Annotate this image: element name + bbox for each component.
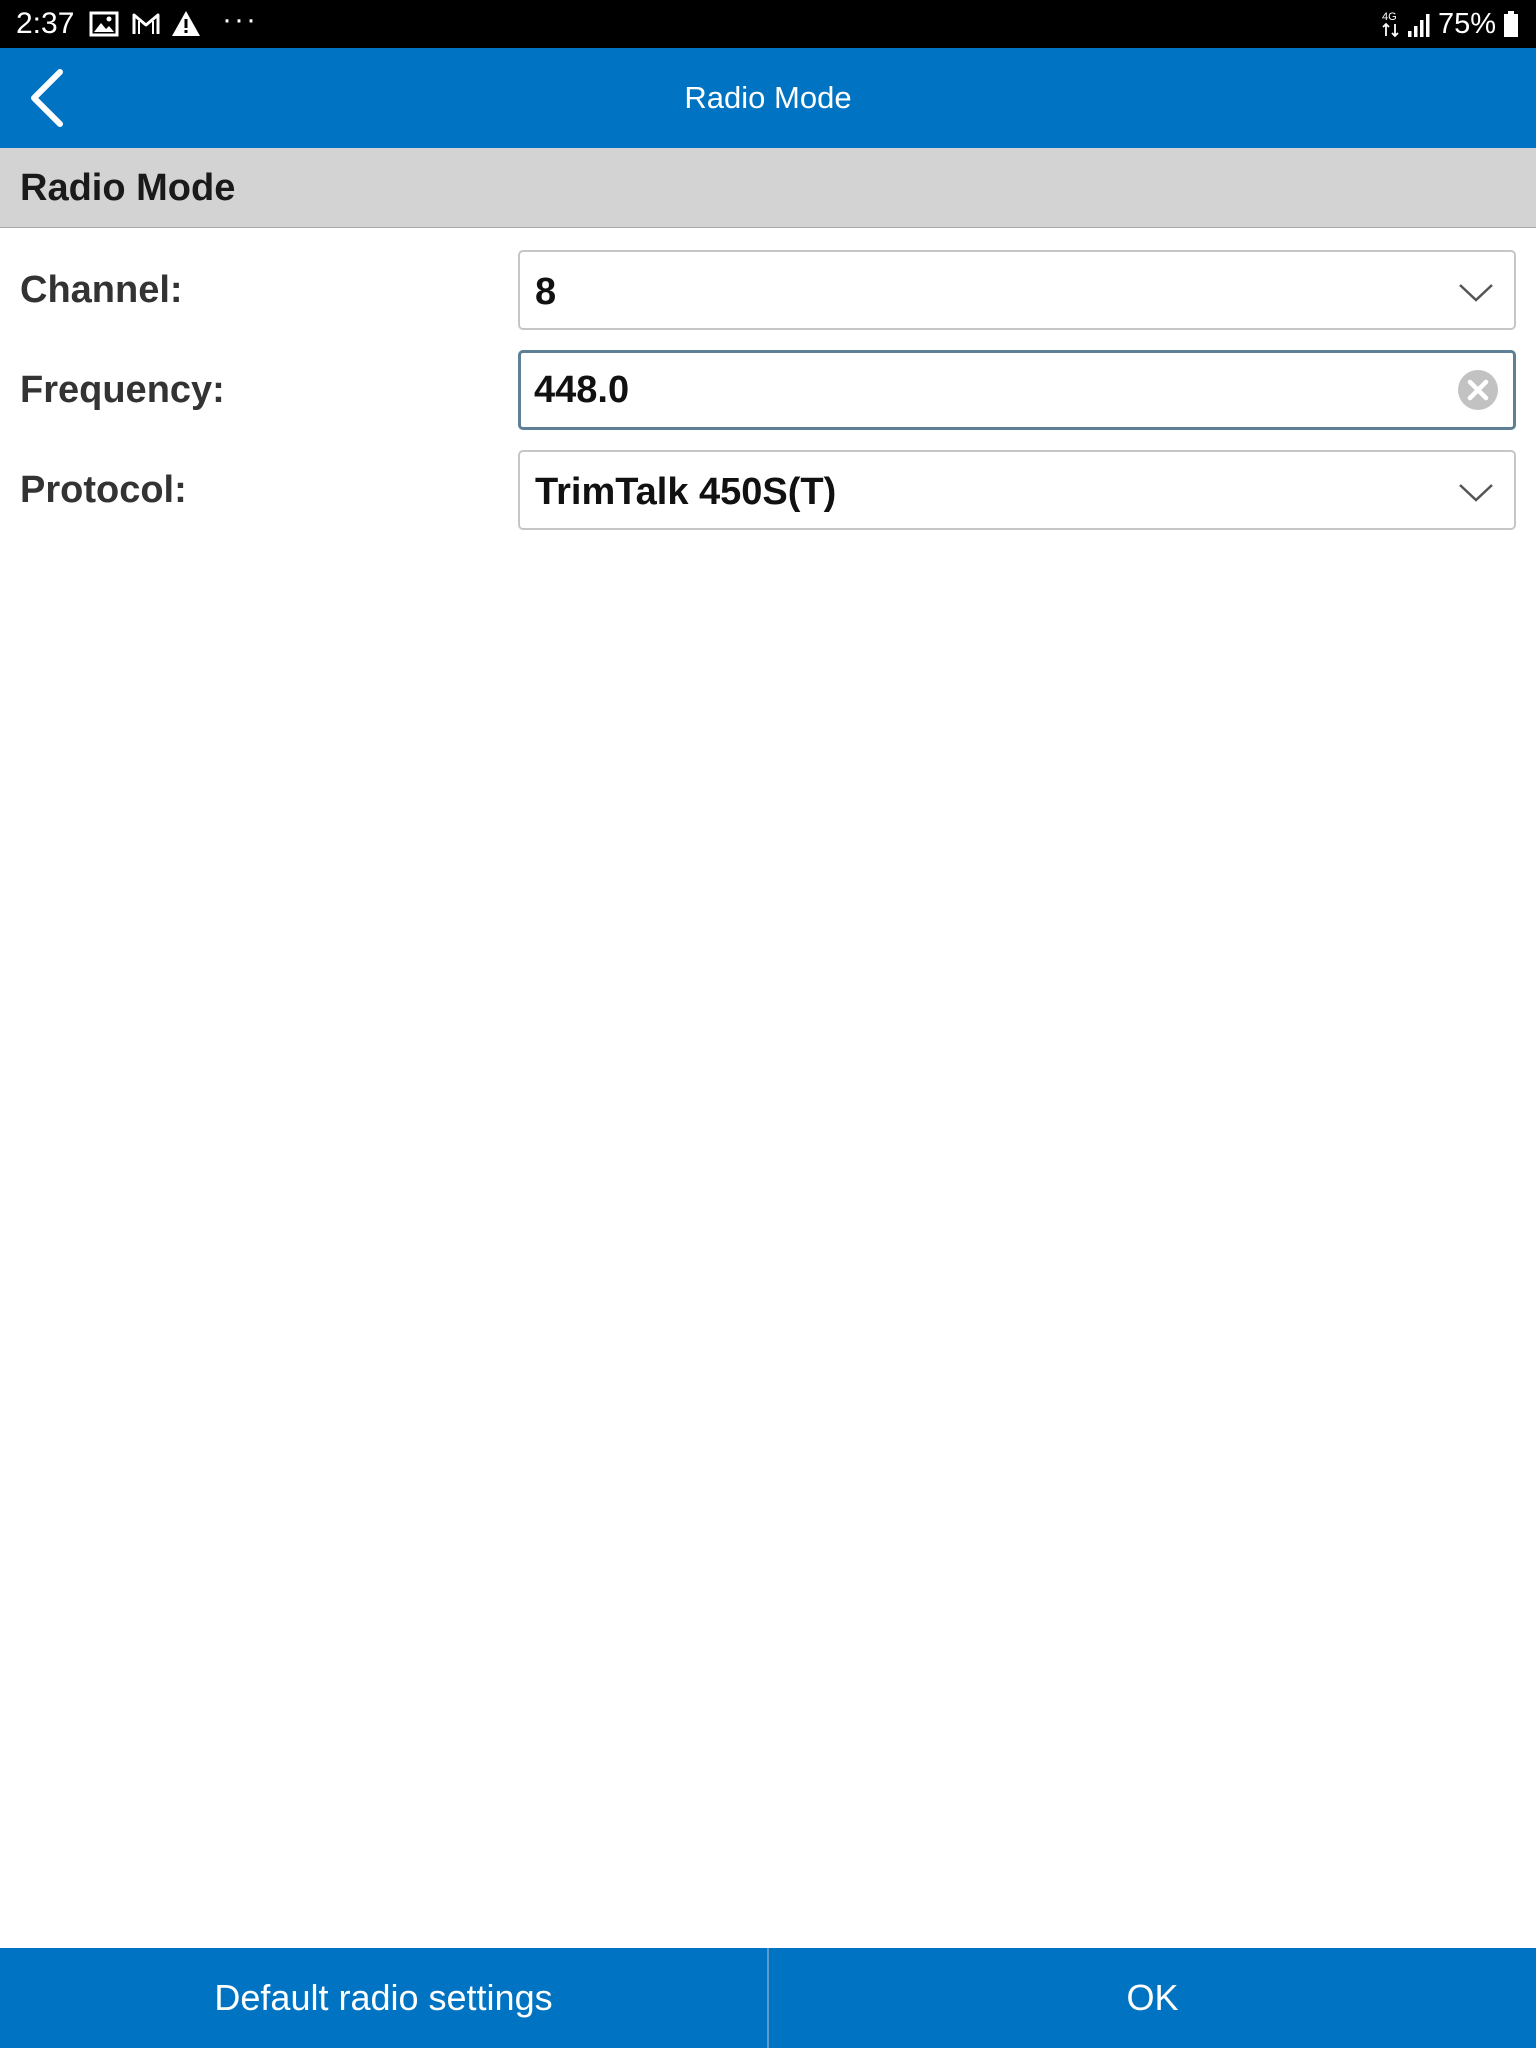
channel-label: Channel: [20,269,183,311]
frequency-value[interactable]: 448.0 [534,353,629,427]
network-4g-icon: 4G [1382,11,1399,38]
protocol-row: Protocol: TrimTalk 450S(T) [0,450,1536,530]
default-radio-settings-button[interactable]: Default radio settings [0,1948,767,2048]
clear-input-icon[interactable] [1457,369,1499,411]
channel-row: Channel: 8 [0,250,1536,330]
channel-dropdown[interactable]: 8 [518,250,1516,330]
network-label: 4G [1382,11,1397,23]
channel-value: 8 [535,271,557,313]
ok-button[interactable]: OK [769,1948,1536,2048]
section-title: Radio Mode [20,167,236,209]
gallery-icon [89,11,119,37]
status-time: 2:37 [16,7,75,40]
protocol-value: TrimTalk 450S(T) [535,471,837,513]
chevron-down-icon [1459,484,1493,502]
frequency-row: Frequency: 448.0 [0,350,1536,430]
status-bar: 2:37 ··· 4G 75% [0,0,1536,48]
radio-mode-screen: 2:37 ··· 4G 75% Radio Mode Radio Mode Ch… [0,0,1536,2048]
signal-icon [1407,14,1430,37]
chevron-down-icon [1459,284,1493,302]
protocol-label: Protocol: [20,469,187,511]
warning-icon [172,11,200,36]
app-bar: Radio Mode [0,48,1536,148]
battery-percent: 75% [1437,8,1496,40]
battery-icon [1504,11,1518,37]
bottom-action-bar: Default radio settings OK [0,1948,1536,2048]
protocol-dropdown[interactable]: TrimTalk 450S(T) [518,450,1516,530]
frequency-input[interactable]: 448.0 [518,350,1516,430]
more-notifications-icon: ··· [222,3,258,36]
page-title: Radio Mode [684,80,852,115]
status-right-group: 4G 75% [1380,6,1520,42]
frequency-label: Frequency: [20,369,225,411]
gmail-icon [132,13,160,34]
section-header: Radio Mode [0,148,1536,228]
